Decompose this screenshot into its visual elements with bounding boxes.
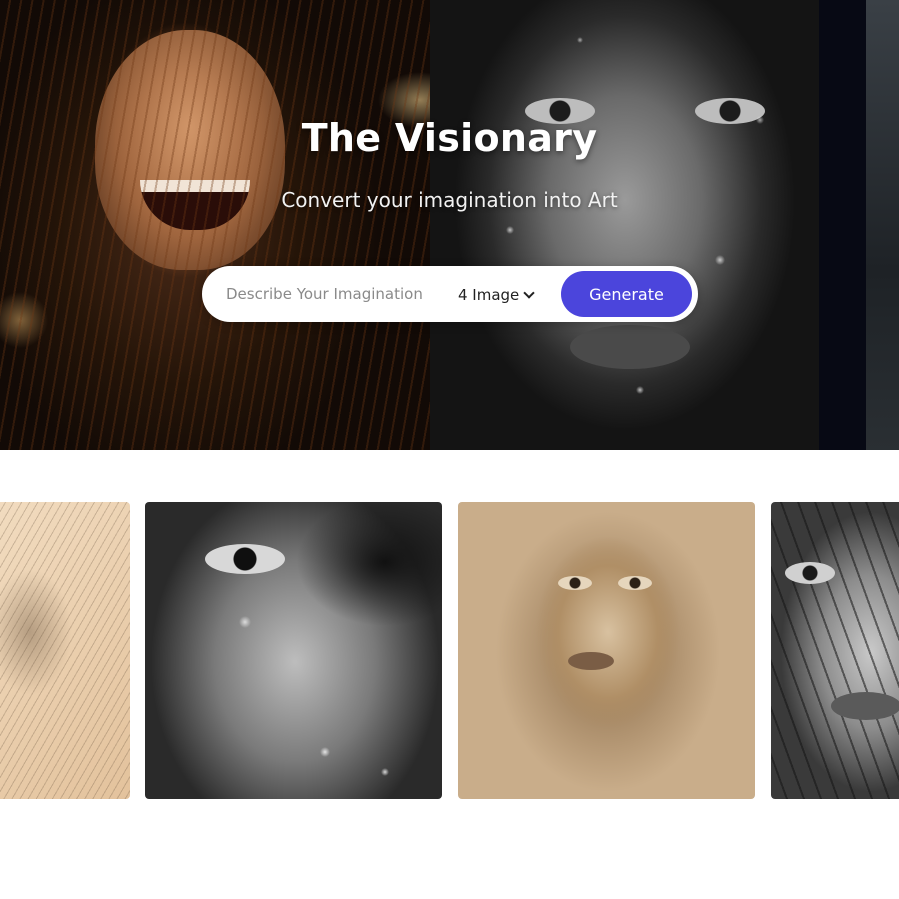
hero-image-laughing-woman (0, 0, 430, 450)
image-count-select[interactable]: 4 Image (458, 282, 535, 308)
lips-shape (568, 652, 614, 670)
gallery-image-wet-hair[interactable] (771, 502, 899, 799)
generate-button[interactable]: Generate (561, 271, 692, 317)
eye-shape (205, 544, 285, 574)
image-count-value: 4 Image (458, 286, 520, 304)
rain-streaks (0, 0, 430, 450)
lips-shape (831, 692, 899, 720)
water-drops (430, 0, 819, 450)
gallery-image-sketch[interactable] (0, 502, 130, 799)
hero-edge-image (866, 0, 899, 450)
right-eye-shape (618, 576, 652, 590)
left-eye-shape (558, 576, 592, 590)
hero-dark-strip (819, 0, 866, 450)
prompt-input[interactable] (226, 280, 442, 308)
gallery-image-wet-face[interactable] (145, 502, 442, 799)
gallery (0, 502, 899, 799)
page-subtitle: Convert your imagination into Art (281, 188, 618, 212)
hero-banner: The Visionary Convert your imagination i… (0, 0, 899, 450)
gallery-image-sepia-portrait[interactable] (458, 502, 755, 799)
page-title: The Visionary (301, 116, 598, 160)
prompt-bar: 4 Image Generate (202, 266, 698, 322)
chevron-down-icon (523, 287, 535, 299)
hero-image-wet-face (430, 0, 819, 450)
eye-shape (785, 562, 835, 584)
